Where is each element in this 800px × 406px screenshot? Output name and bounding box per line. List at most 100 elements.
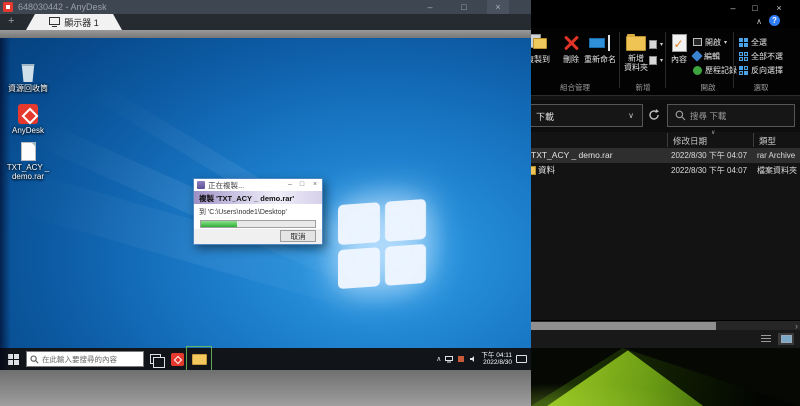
task-view-button[interactable] [144,348,166,370]
group-label-organize: 組合管理 [535,82,615,93]
invert-selection-icon [739,66,748,75]
rename-button[interactable]: 重新命名 [583,32,617,64]
properties-button[interactable]: 內容 [669,32,689,64]
anydesk-titlebar[interactable]: 648030442 - AnyDesk – □ × [0,0,531,14]
group-label-open: 開啟 [689,82,727,93]
remote-taskbar: 在此輸入要搜尋的內容 ∧ 下午 04:11 2022/8/30 [0,348,531,370]
light-beam [85,79,377,264]
properties-icon [672,34,687,52]
help-icon[interactable]: ? [769,15,780,26]
clock-date: 2022/8/30 [481,359,512,367]
taskbar-clock[interactable]: 下午 04:11 2022/8/30 [481,352,512,367]
thumbnail-view-icon [781,335,792,343]
dialog-destination: 到 'C:\Users\node1\Desktop' [199,207,287,217]
anydesk-app-icon [18,104,38,124]
column-separator[interactable] [667,133,668,147]
dialog-close-button[interactable]: × [309,179,321,190]
column-separator[interactable] [753,133,754,147]
file-row-rar[interactable]: TXT_ACY _ demo.rar 2022/8/30 下午 04:07 ra… [531,148,800,163]
scrollbar-thumb[interactable] [531,322,716,330]
list-header-row: 修改日期 ∨ 類型 [531,132,800,148]
column-header-date[interactable]: 修改日期 [673,135,707,147]
task-view-icon [150,354,161,364]
address-location: 下載 [536,110,554,123]
dialog-titlebar[interactable]: 正在複製... – □ × [194,179,322,191]
group-label-select: 選取 [739,82,783,93]
easy-access-icon [649,56,657,65]
details-view-button[interactable] [758,333,774,345]
explorer-maximize-button[interactable]: □ [746,2,764,15]
start-button[interactable] [0,348,26,370]
address-bar[interactable]: 下載 ∨ [531,104,643,127]
language-icon[interactable] [457,355,465,363]
refresh-icon[interactable] [647,108,661,122]
light-beam [4,169,381,314]
thumbnail-view-button[interactable] [778,333,794,345]
taskbar-anydesk-button[interactable] [166,348,188,370]
ribbon-divider [665,32,666,88]
dialog-footer: 取消 [194,229,322,244]
open-button[interactable]: 開啟 ▾ [693,36,727,48]
anydesk-minimize-button[interactable]: – [419,0,441,14]
delete-icon [562,34,580,52]
invert-selection-button[interactable]: 反向選擇 [739,64,783,76]
cancel-button[interactable]: 取消 [280,230,316,242]
tab-display-1[interactable]: 顯示器 1 [26,14,122,30]
ribbon-collapse-icon[interactable]: ∧ [756,17,762,26]
viewport-letterbox-top [0,30,531,38]
network-icon[interactable] [445,355,453,363]
anydesk-close-button[interactable]: × [487,0,509,14]
anydesk-logo-icon [3,2,13,12]
explorer-minimize-button[interactable]: – [724,2,742,15]
anydesk-taskbar-icon [171,353,184,366]
edit-button[interactable]: 編輯 [693,50,720,62]
taskbar-search-input[interactable]: 在此輸入要搜尋的內容 [26,351,144,367]
easy-access-button[interactable]: ▾ [649,54,663,66]
system-tray: ∧ 下午 04:11 2022/8/30 [436,352,531,367]
progress-fill [201,221,237,227]
select-none-icon [739,52,748,61]
screen: – □ × ∧ ? 複製到 刪除 重新命名 組合管理 新增 [0,0,800,406]
copy-to-button[interactable]: 複製到 [531,32,557,64]
copy-to-icon [531,34,548,52]
dialog-heading-band: 複製 'TXT_ACY _ demo.rar' [194,191,322,204]
delete-button[interactable]: 刪除 [559,32,583,64]
volume-icon[interactable] [469,355,477,363]
select-all-button[interactable]: 全選 [739,36,767,48]
search-input[interactable]: 搜尋 下載 [667,104,795,127]
new-session-button[interactable]: + [8,15,14,27]
file-row-folder[interactable]: 資料 2022/8/30 下午 04:07 檔案資料夾 [531,163,800,178]
details-view-icon [761,335,771,343]
dialog-maximize-button[interactable]: □ [296,179,308,190]
desktop-icon-anydesk[interactable]: AnyDesk [4,104,52,135]
new-folder-button[interactable]: 新增 資料夾 [623,32,649,72]
tray-expand-icon[interactable]: ∧ [436,355,441,363]
tent-glow [531,383,692,406]
desktop-icon-recycle-bin[interactable]: 資源回收筒 [4,64,52,93]
explorer-close-button[interactable]: × [770,2,788,15]
monitor-icon [49,17,60,27]
explorer-statusbar [531,330,800,348]
group-label-new: 新增 [623,82,663,93]
explorer-taskbar-icon [192,354,207,365]
file-list: TXT_ACY _ demo.rar 2022/8/30 下午 04:07 ra… [531,148,800,178]
history-button[interactable]: 歷程記錄 [693,64,737,76]
dialog-app-icon [197,181,205,189]
ribbon-divider [619,32,620,88]
anydesk-maximize-button[interactable]: □ [453,0,475,14]
chevron-down-icon[interactable]: ∨ [628,111,634,120]
select-all-icon [739,38,748,47]
search-icon [30,355,39,364]
horizontal-scrollbar[interactable]: › [531,320,800,330]
clock-time: 下午 04:11 [481,352,512,360]
select-none-button[interactable]: 全部不選 [739,50,783,62]
desktop-icon-rar-file[interactable]: TXT_ACY _ demo.rar [4,142,52,181]
touch-keyboard-icon[interactable] [516,355,527,363]
light-beam [25,117,364,287]
dialog-minimize-button[interactable]: – [284,179,296,190]
dialog-title: 正在複製... [208,180,244,191]
column-header-type[interactable]: 類型 [759,135,776,147]
local-wallpaper [531,348,800,406]
taskbar-explorer-button[interactable] [188,348,210,370]
new-item-button[interactable]: ▾ [649,38,663,50]
